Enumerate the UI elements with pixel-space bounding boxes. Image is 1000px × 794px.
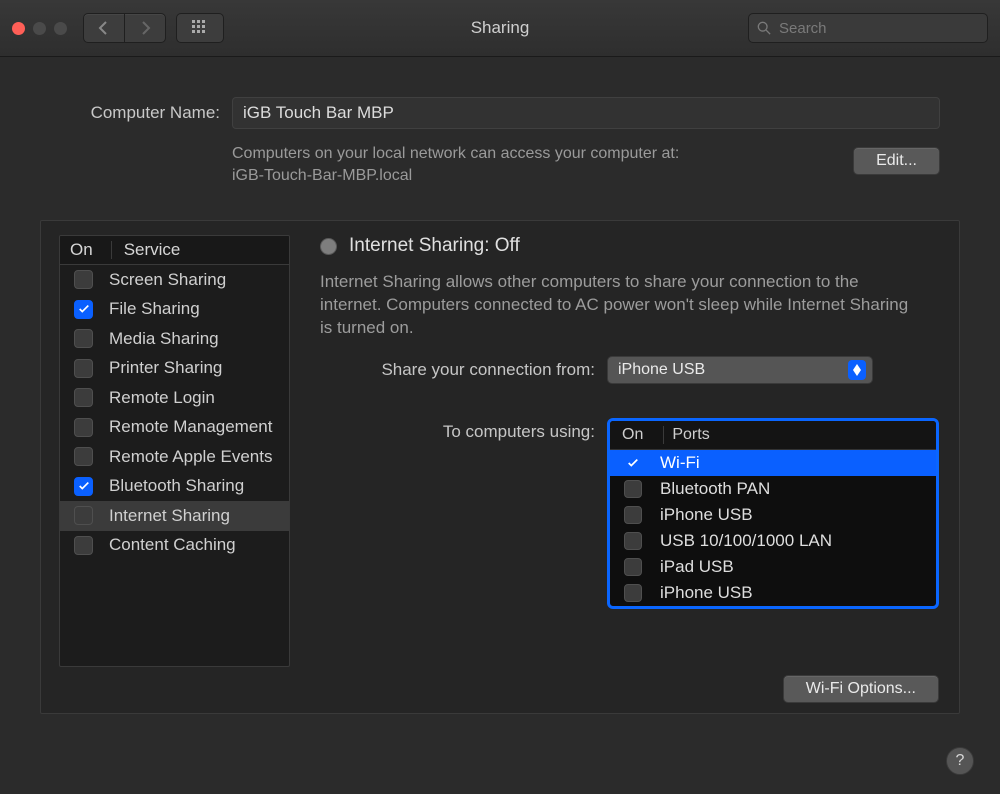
service-row[interactable]: Bluetooth Sharing xyxy=(60,472,289,502)
computer-name-label: Computer Name: xyxy=(60,103,220,123)
toolbar: Sharing xyxy=(0,0,1000,57)
share-from-select[interactable]: iPhone USB xyxy=(607,356,873,384)
main-panel: On Service Screen Sharing File Sharing Med… xyxy=(40,220,960,714)
computer-name-subtext-2: iGB-Touch-Bar-MBP.local xyxy=(232,167,412,184)
service-label: Printer Sharing xyxy=(109,358,222,378)
service-row[interactable]: Internet Sharing xyxy=(60,501,289,531)
service-row[interactable]: File Sharing xyxy=(60,295,289,325)
port-checkbox[interactable] xyxy=(624,532,642,550)
service-label: Remote Management xyxy=(109,417,272,437)
sharing-window: Sharing Computer Name: Computers on your… xyxy=(0,0,1000,794)
service-label: Media Sharing xyxy=(109,329,219,349)
search-input[interactable] xyxy=(777,19,979,38)
ports-col-on: On xyxy=(622,426,643,444)
service-label: Remote Login xyxy=(109,388,215,408)
service-checkbox[interactable] xyxy=(74,300,93,319)
services-table[interactable]: On Service Screen Sharing File Sharing Med… xyxy=(59,235,290,667)
ports-table[interactable]: On Ports Wi-Fi Bluetooth PAN iPhone USB USB… xyxy=(607,418,939,609)
close-window-button[interactable] xyxy=(12,22,25,35)
port-row[interactable]: Wi-Fi xyxy=(610,450,936,476)
service-checkbox[interactable] xyxy=(74,506,93,525)
body: Computer Name: Computers on your local n… xyxy=(0,57,1000,794)
service-checkbox[interactable] xyxy=(74,477,93,496)
port-checkbox[interactable] xyxy=(624,558,642,576)
window-controls xyxy=(12,22,67,35)
service-row[interactable]: Screen Sharing xyxy=(60,265,289,295)
service-row[interactable]: Media Sharing xyxy=(60,324,289,354)
ports-wrap: To computers using: On Ports Wi-Fi Blueto… xyxy=(320,418,939,609)
select-stepper-icon xyxy=(848,360,866,380)
share-from-label: Share your connection from: xyxy=(320,360,607,380)
detail-title-row: Internet Sharing: Off xyxy=(320,235,939,257)
chevron-right-icon xyxy=(138,21,152,35)
service-label: Screen Sharing xyxy=(109,270,226,290)
port-label: Wi-Fi xyxy=(660,453,700,473)
computer-name-field[interactable] xyxy=(232,97,940,129)
service-label: Content Caching xyxy=(109,535,236,555)
port-row[interactable]: iPhone USB xyxy=(610,502,936,528)
port-label: iPad USB xyxy=(660,557,734,577)
detail-title: Internet Sharing: Off xyxy=(349,235,520,257)
service-checkbox[interactable] xyxy=(74,359,93,378)
port-label: Bluetooth PAN xyxy=(660,479,770,499)
computer-name-subtext-1: Computers on your local network can acce… xyxy=(232,145,679,162)
port-label: iPhone USB xyxy=(660,505,753,525)
service-checkbox[interactable] xyxy=(74,447,93,466)
service-label: Internet Sharing xyxy=(109,506,230,526)
column-divider xyxy=(663,426,664,444)
port-checkbox[interactable] xyxy=(624,454,642,472)
status-indicator-off-icon xyxy=(320,238,337,255)
back-button[interactable] xyxy=(84,14,125,42)
port-checkbox[interactable] xyxy=(624,584,642,602)
wifi-options-button[interactable]: Wi-Fi Options... xyxy=(783,675,939,703)
help-button[interactable]: ? xyxy=(946,747,974,775)
search-icon xyxy=(757,21,771,35)
grid-icon xyxy=(192,20,208,36)
share-from-value: iPhone USB xyxy=(618,361,705,379)
forward-button[interactable] xyxy=(125,14,165,42)
service-row[interactable]: Content Caching xyxy=(60,531,289,561)
service-row[interactable]: Printer Sharing xyxy=(60,354,289,384)
port-label: USB 10/100/1000 LAN xyxy=(660,531,832,551)
computer-name-subrow: Computers on your local network can acce… xyxy=(0,129,1000,186)
service-checkbox[interactable] xyxy=(74,536,93,555)
show-all-button[interactable] xyxy=(176,13,224,43)
port-row[interactable]: Bluetooth PAN xyxy=(610,476,936,502)
computer-name-subtext: Computers on your local network can acce… xyxy=(232,143,679,186)
share-from-row: Share your connection from: iPhone USB xyxy=(320,356,939,384)
ports-col-ports: Ports xyxy=(672,426,709,444)
services-header: On Service xyxy=(60,236,289,265)
service-checkbox[interactable] xyxy=(74,270,93,289)
service-row[interactable]: Remote Management xyxy=(60,413,289,443)
detail-description: Internet Sharing allows other computers … xyxy=(320,271,920,340)
search-field-wrap[interactable] xyxy=(748,13,988,43)
edit-button[interactable]: Edit... xyxy=(853,147,940,175)
computer-name-row: Computer Name: xyxy=(0,57,1000,129)
minimize-window-button[interactable] xyxy=(33,22,46,35)
chevron-left-icon xyxy=(97,21,111,35)
port-row[interactable]: iPhone USB xyxy=(610,580,936,606)
service-checkbox[interactable] xyxy=(74,418,93,437)
detail-pane: Internet Sharing: Off Internet Sharing a… xyxy=(320,235,939,667)
service-label: Remote Apple Events xyxy=(109,447,272,467)
port-label: iPhone USB xyxy=(660,583,753,603)
port-row[interactable]: iPad USB xyxy=(610,554,936,580)
port-row[interactable]: USB 10/100/1000 LAN xyxy=(610,528,936,554)
service-checkbox[interactable] xyxy=(74,329,93,348)
port-checkbox[interactable] xyxy=(624,480,642,498)
service-row[interactable]: Remote Login xyxy=(60,383,289,413)
zoom-window-button[interactable] xyxy=(54,22,67,35)
service-label: Bluetooth Sharing xyxy=(109,476,244,496)
to-computers-label: To computers using: xyxy=(320,418,607,442)
service-row[interactable]: Remote Apple Events xyxy=(60,442,289,472)
help-icon: ? xyxy=(956,752,965,770)
port-checkbox[interactable] xyxy=(624,506,642,524)
services-col-on: On xyxy=(70,240,93,260)
service-label: File Sharing xyxy=(109,299,200,319)
column-divider xyxy=(111,241,112,259)
service-checkbox[interactable] xyxy=(74,388,93,407)
ports-header: On Ports xyxy=(610,421,936,450)
services-col-service: Service xyxy=(124,240,181,260)
nav-buttons xyxy=(83,13,166,43)
